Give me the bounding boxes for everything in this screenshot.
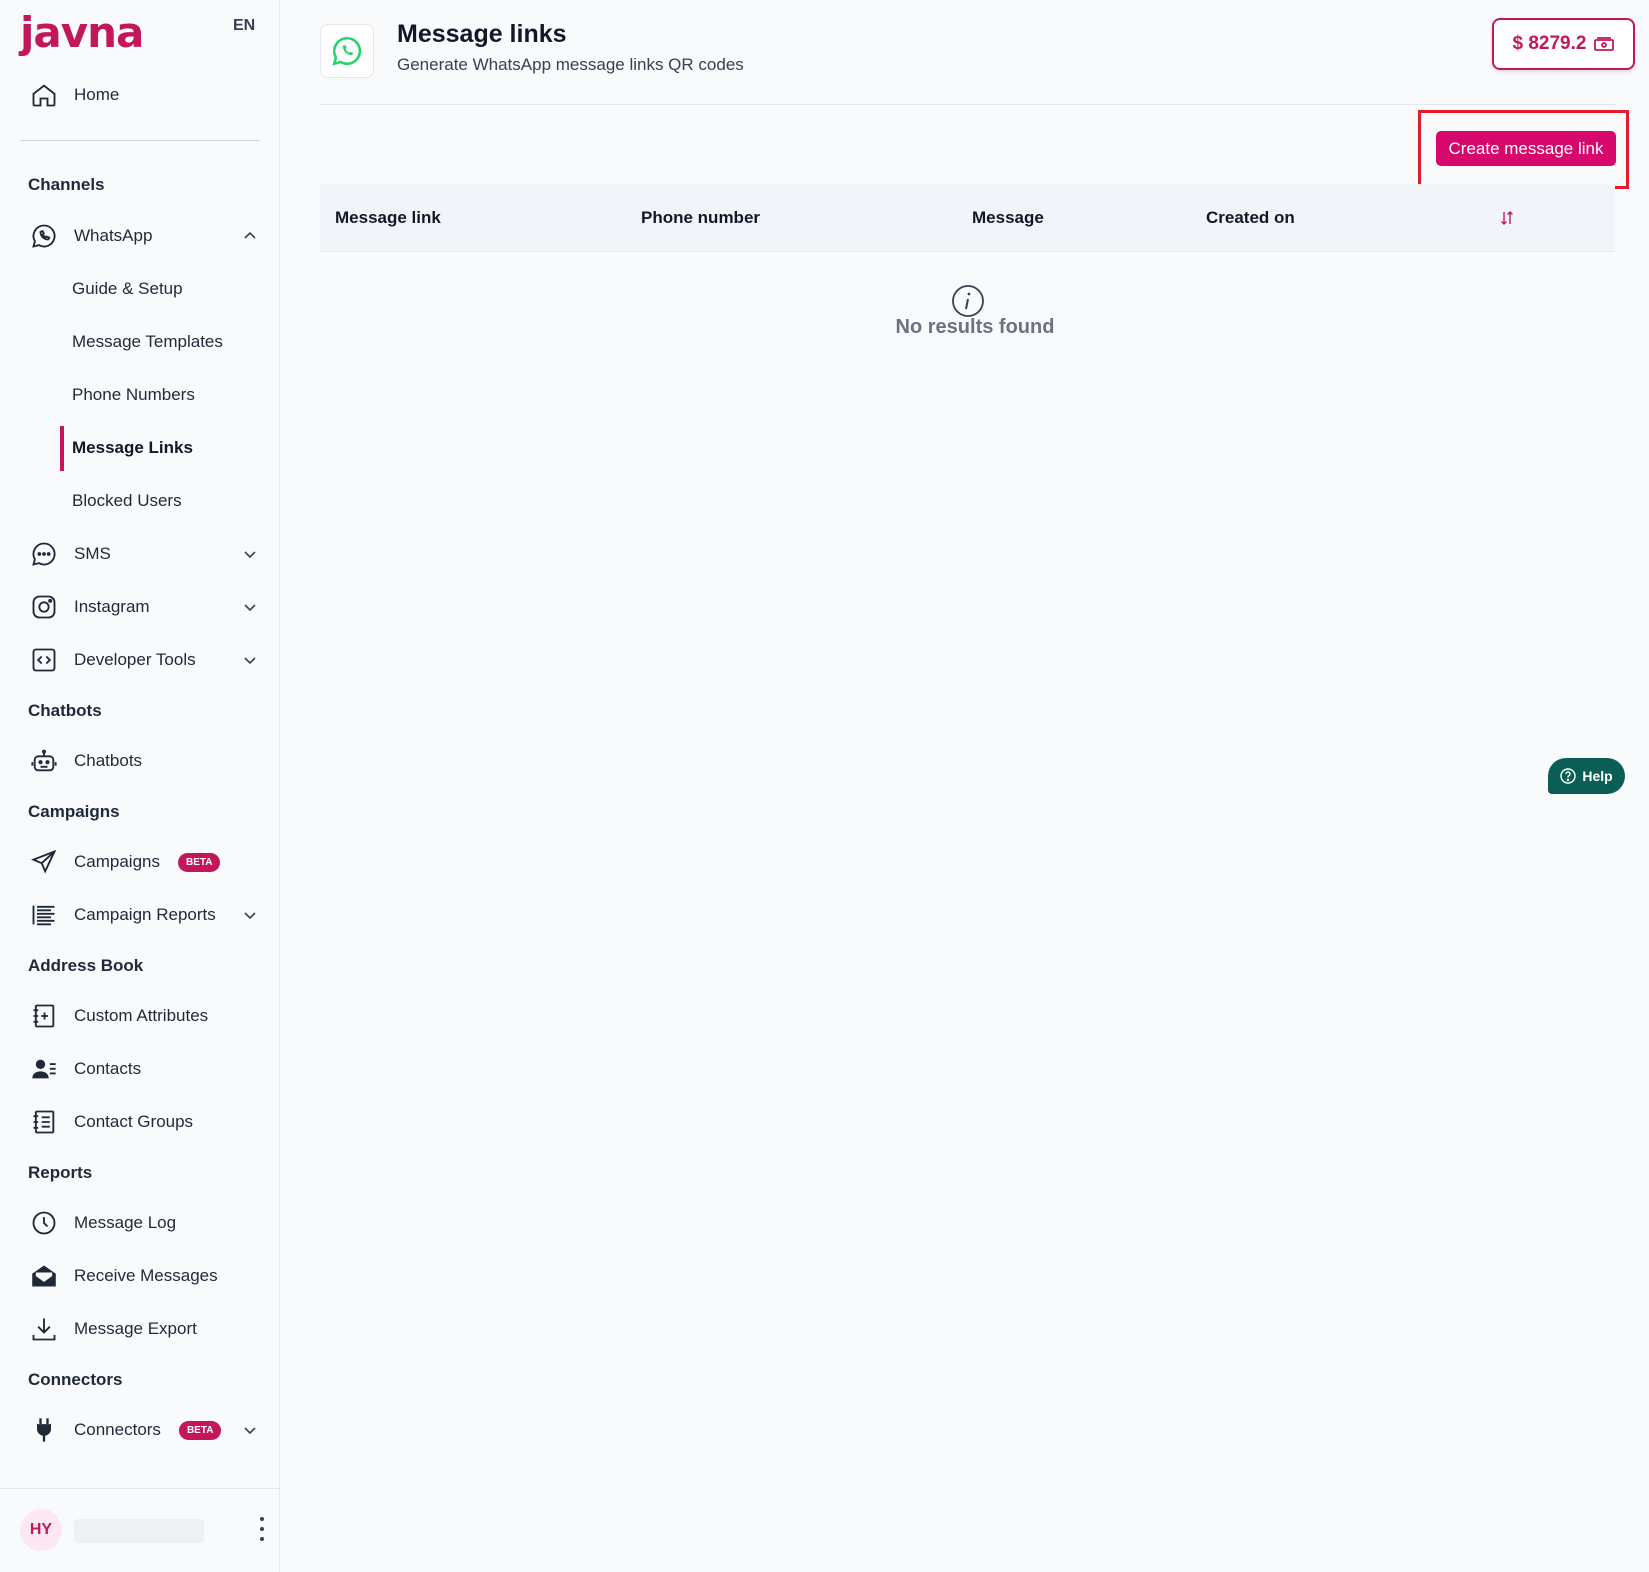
sidebar-item-label: Contact Groups [74,1112,194,1131]
balance-amount: $ 8279.2 [1512,33,1587,54]
empty-state-text: No results found [895,316,1055,338]
more-options-icon[interactable] [258,1517,266,1541]
attribute-book-icon [28,1000,60,1032]
whatsapp-icon [28,220,60,252]
sidebar-item-label: Message Export [74,1319,197,1338]
sidebar-item-blocked-users[interactable]: Blocked Users [72,481,182,521]
sidebar-item-phone-numbers[interactable]: Phone Numbers [72,375,195,415]
sidebar-item-label: Home [74,85,120,104]
sidebar-item-label: Contacts [74,1059,142,1078]
sidebar: javna EN Home Channels WhatsApp Guide & … [0,0,280,1572]
sort-icon[interactable] [1500,210,1514,226]
chat-bubble-icon [28,538,60,570]
instagram-icon [28,591,60,623]
send-icon [28,846,60,878]
chevron-down-icon[interactable] [242,1422,258,1438]
sidebar-item-label: Campaigns [74,852,160,871]
address-book-icon [28,1106,60,1138]
sidebar-item-connectors[interactable]: Connectors BETA [28,1410,258,1450]
table-header: Message link Phone number Message Create… [320,184,1615,252]
question-icon [1560,768,1577,784]
sidebar-item-whatsapp[interactable]: WhatsApp [28,216,258,256]
section-campaigns: Campaigns [28,802,120,821]
help-label: Help [1582,768,1613,784]
sidebar-item-label: Instagram [74,597,150,616]
sidebar-item-label: Receive Messages [74,1266,218,1285]
cash-icon [1594,37,1615,51]
sidebar-item-label: Custom Attributes [74,1006,209,1025]
whatsapp-logo-icon [320,24,374,78]
section-chatbots: Chatbots [28,701,102,720]
column-header-message[interactable]: Message [972,208,1044,228]
sidebar-item-label: Developer Tools [74,650,196,669]
user-menu[interactable]: HY [0,1488,280,1572]
code-icon [28,644,60,676]
sidebar-item-sms[interactable]: SMS [28,534,258,574]
envelope-open-icon [28,1260,60,1292]
sidebar-item-message-export[interactable]: Message Export [28,1309,258,1349]
download-icon [28,1313,60,1345]
info-icon [952,285,984,317]
avatar[interactable]: HY [20,1509,62,1551]
section-channels: Channels [28,175,105,194]
sidebar-item-message-log[interactable]: Message Log [28,1203,258,1243]
clock-icon [28,1207,60,1239]
sidebar-item-home[interactable]: Home [28,75,258,115]
chevron-down-icon[interactable] [242,546,258,562]
report-list-icon [28,899,60,931]
sidebar-item-instagram[interactable]: Instagram [28,587,258,627]
help-button[interactable]: Help [1548,758,1625,794]
page-subtitle: Generate WhatsApp message links QR codes [397,55,744,74]
sidebar-item-campaign-reports[interactable]: Campaign Reports [28,895,258,935]
robot-icon [28,745,60,777]
sidebar-item-developer-tools[interactable]: Developer Tools [28,640,258,680]
column-header-message-link[interactable]: Message link [335,208,441,228]
language-selector[interactable]: EN [233,17,255,35]
sidebar-item-label: WhatsApp [74,226,153,245]
section-connectors: Connectors [28,1370,123,1389]
sidebar-item-label: Message Log [74,1213,177,1232]
balance-button[interactable]: $ 8279.2 [1492,18,1635,70]
section-reports: Reports [28,1163,93,1182]
home-icon [28,79,60,111]
beta-badge: BETA [178,852,221,872]
create-message-link-button[interactable]: Create message link [1436,131,1616,166]
beta-badge: BETA [178,1420,222,1440]
sidebar-item-label: SMS [74,544,111,563]
column-header-created-on[interactable]: Created on [1206,208,1295,228]
column-header-phone-number[interactable]: Phone number [641,208,760,228]
redacted-user-name [74,1519,204,1543]
page-title: Message links [397,20,567,48]
sidebar-item-guide-setup[interactable]: Guide & Setup [72,269,183,309]
sidebar-item-message-links[interactable]: Message Links [72,428,193,468]
chevron-down-icon[interactable] [242,907,258,923]
contacts-icon [28,1053,60,1085]
sidebar-item-chatbots[interactable]: Chatbots [28,741,258,781]
sidebar-item-contact-groups[interactable]: Contact Groups [28,1102,258,1142]
sidebar-item-campaigns[interactable]: Campaigns BETA [28,842,258,882]
sidebar-item-label: Campaign Reports [74,905,216,924]
active-indicator [60,426,64,471]
sidebar-item-contacts[interactable]: Contacts [28,1049,258,1089]
javna-logo[interactable]: javna [20,8,144,57]
sidebar-item-receive-messages[interactable]: Receive Messages [28,1256,258,1296]
sidebar-item-label: Connectors [74,1420,161,1439]
section-address-book: Address Book [28,956,144,975]
plug-icon [28,1414,60,1446]
sidebar-item-label: Chatbots [74,751,143,770]
chevron-down-icon[interactable] [242,599,258,615]
chevron-down-icon[interactable] [242,652,258,668]
sidebar-divider [20,140,260,141]
sidebar-item-custom-attributes[interactable]: Custom Attributes [28,996,258,1036]
header-divider [320,104,1615,105]
chevron-up-icon[interactable] [242,228,258,244]
